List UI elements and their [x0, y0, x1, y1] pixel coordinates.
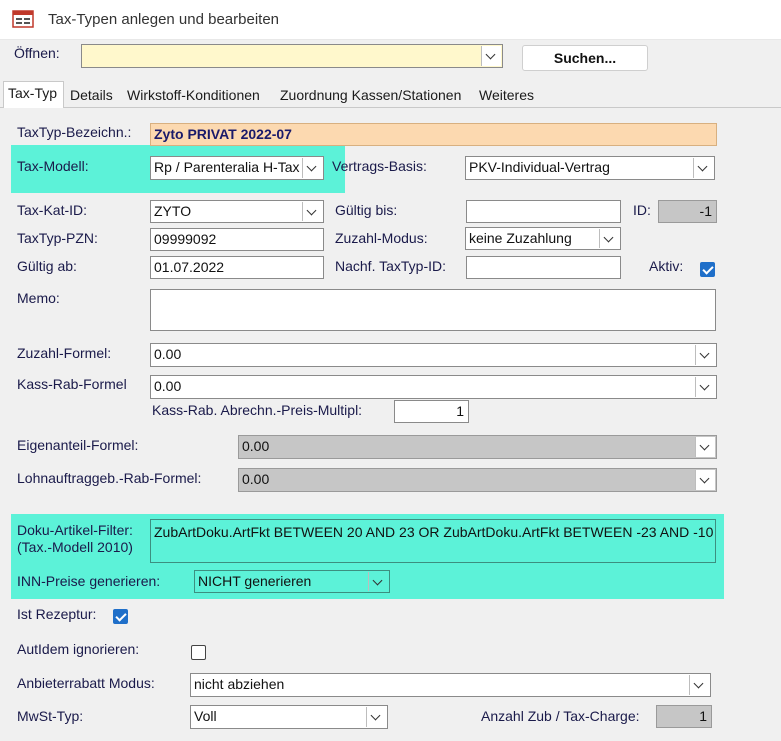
taxkat-value: ZYTO [154, 203, 192, 219]
inn-label: INN-Preise generieren: [17, 573, 161, 589]
tab-zuordnung[interactable]: Zuordnung Kassen/Stationen [276, 84, 472, 108]
title-bar: Tax-Typen anlegen und bearbeiten [0, 0, 781, 40]
anbieterrabatt-value: nicht abziehen [194, 676, 285, 692]
tab-bar: Tax-Typ Details Wirkstoff-Konditionen Zu… [0, 78, 781, 109]
zuzahlmodus-value: keine Zuzahlung [469, 230, 572, 246]
rezeptur-label: Ist Rezeptur: [17, 606, 97, 622]
inn-combobox[interactable]: NICHT generieren [194, 570, 390, 593]
zuzahlformel-value: 0.00 [154, 346, 182, 362]
eigenanteil-value: 0.00 [242, 438, 270, 454]
chevron-down-icon[interactable] [368, 572, 388, 591]
chevron-down-icon[interactable] [695, 437, 715, 457]
open-label: Öffnen: [14, 45, 60, 61]
chevron-down-icon[interactable] [599, 229, 619, 248]
tab-details[interactable]: Details [66, 84, 120, 108]
eigenanteil-combobox[interactable]: 0.00 [238, 435, 717, 459]
anbieterrabatt-combobox[interactable]: nicht abziehen [190, 673, 711, 697]
anbieterrabatt-label: Anbieterrabatt Modus: [17, 675, 155, 691]
bezeichnung-label: TaxTyp-Bezeichn.: [17, 124, 132, 140]
mwst-combobox[interactable]: Voll [190, 705, 388, 729]
autidem-label: AutIdem ignorieren: [17, 641, 140, 657]
gueltigbis-label: Gültig bis: [335, 202, 398, 218]
mwst-value: Voll [194, 708, 217, 724]
kassrab-value: 0.00 [154, 378, 182, 394]
vertragsbasis-label: Vertrags-Basis: [332, 158, 427, 174]
chevron-down-icon[interactable] [695, 470, 715, 490]
lohnauftrag-label: Lohnauftraggeb.-Rab-Formel: [17, 470, 202, 486]
gueltigab-input[interactable]: 01.07.2022 [150, 256, 324, 279]
multipl-input[interactable]: 1 [394, 400, 469, 423]
chevron-down-icon[interactable] [695, 377, 715, 397]
open-toolbar: Öffnen: Suchen... [0, 40, 781, 78]
doku-filter-input[interactable]: ZubArtDoku.ArtFkt BETWEEN 20 AND 23 OR Z… [150, 519, 716, 563]
anzahl-input: 1 [656, 705, 712, 728]
doku-label-line2: (Tax.-Modell 2010) [17, 539, 133, 555]
mwst-label: MwSt-Typ: [17, 708, 84, 724]
gueltigbis-input[interactable] [466, 200, 621, 223]
lohnauftrag-combobox[interactable]: 0.00 [238, 468, 717, 492]
zuzahlmodus-combobox[interactable]: keine Zuzahlung [465, 227, 621, 250]
multipl-label: Kass-Rab. Abrechn.-Preis-Multipl: [152, 402, 363, 418]
taxmodell-combobox[interactable]: Rp / Parenteralia H-Tax [150, 156, 324, 180]
taxmodell-value: Rp / Parenteralia H-Tax [154, 159, 300, 175]
autidem-checkbox[interactable] [191, 645, 206, 660]
anzahl-label: Anzahl Zub / Tax-Charge: [481, 708, 640, 724]
vertragsbasis-value: PKV-Individual-Vertrag [469, 159, 610, 175]
tab-weiteres[interactable]: Weiteres [475, 84, 545, 108]
id-input: -1 [658, 200, 717, 223]
chevron-down-icon[interactable] [302, 158, 322, 178]
chevron-down-icon[interactable] [302, 202, 322, 221]
inn-value: NICHT generieren [198, 573, 312, 589]
chevron-down-icon[interactable] [693, 158, 713, 178]
taxmodell-label: Tax-Modell: [17, 158, 89, 174]
vertragsbasis-combobox[interactable]: PKV-Individual-Vertrag [465, 156, 715, 180]
id-label: ID: [633, 202, 651, 218]
pzn-label: TaxTyp-PZN: [17, 230, 98, 246]
aktiv-label: Aktiv: [649, 258, 684, 274]
eigenanteil-label: Eigenanteil-Formel: [17, 437, 139, 453]
chevron-down-icon[interactable] [695, 345, 715, 365]
tab-tax-typ[interactable]: Tax-Typ [3, 81, 64, 109]
rezeptur-checkbox[interactable] [113, 609, 128, 624]
form-icon [12, 10, 34, 28]
pzn-input[interactable]: 09999092 [150, 228, 324, 251]
lohnauftrag-value: 0.00 [242, 471, 270, 487]
chevron-down-icon[interactable] [689, 675, 709, 695]
doku-label-line1: Doku-Artikel-Filter: [17, 522, 133, 538]
kassrab-combobox[interactable]: 0.00 [150, 375, 717, 399]
nachf-label: Nachf. TaxTyp-ID: [335, 258, 447, 274]
window-title: Tax-Typen anlegen und bearbeiten [48, 11, 280, 28]
aktiv-checkbox[interactable] [700, 262, 715, 277]
search-button[interactable]: Suchen... [522, 45, 648, 71]
memo-label: Memo: [17, 290, 60, 306]
tab-wirkstoff-konditionen[interactable]: Wirkstoff-Konditionen [123, 84, 275, 108]
zuzahlmodus-label: Zuzahl-Modus: [335, 230, 428, 246]
zuzahlformel-label: Zuzahl-Formel: [17, 345, 112, 361]
chevron-down-icon[interactable] [366, 707, 386, 727]
taxkat-label: Tax-Kat-ID: [17, 202, 88, 218]
chevron-down-icon[interactable] [481, 46, 501, 66]
zuzahlformel-combobox[interactable]: 0.00 [150, 343, 717, 367]
gueltigab-label: Gültig ab: [17, 258, 77, 274]
taxkat-combobox[interactable]: ZYTO [150, 200, 324, 223]
kassrab-label: Kass-Rab-Formel [17, 376, 127, 392]
bezeichnung-input[interactable]: Zyto PRIVAT 2022-07 [150, 123, 717, 146]
memo-textarea[interactable] [150, 289, 716, 331]
nachf-input[interactable] [466, 256, 621, 279]
open-combobox[interactable] [81, 44, 503, 68]
